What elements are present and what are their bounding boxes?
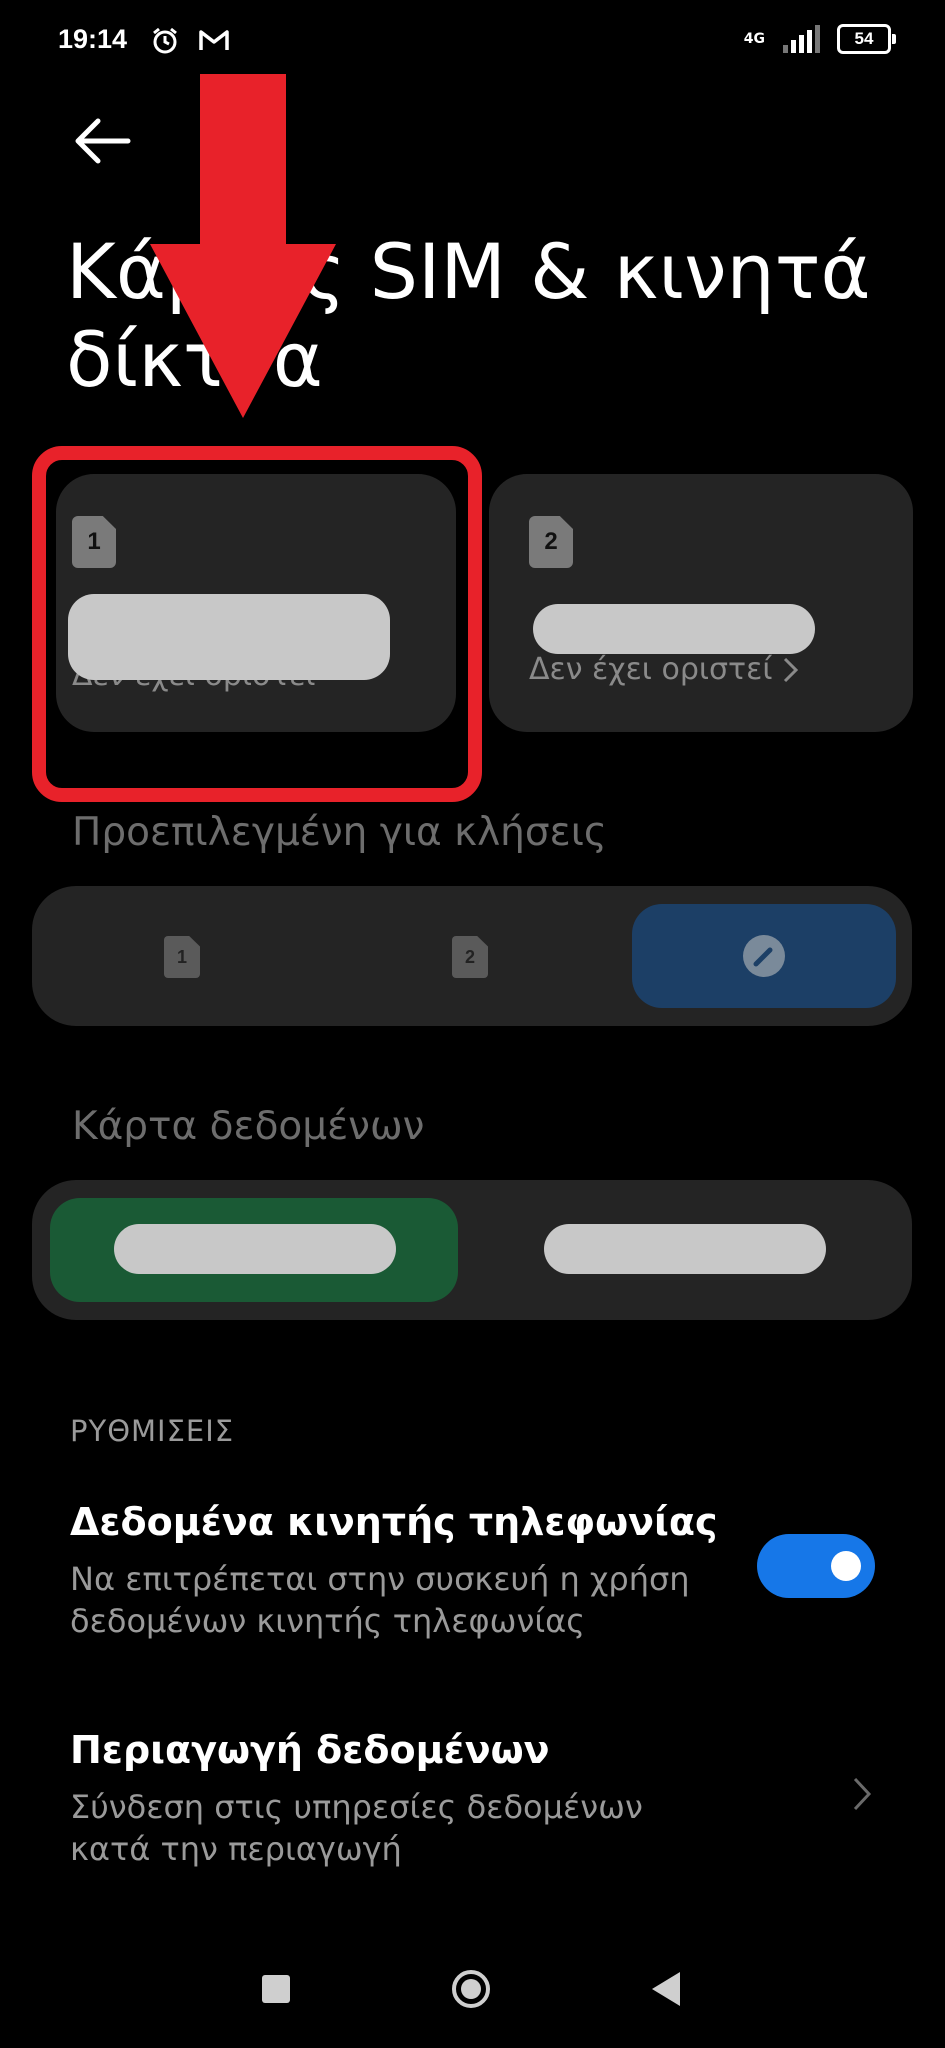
toggle-knob — [831, 1551, 861, 1581]
data-roaming-row[interactable]: Περιαγωγή δεδομένων Σύνδεση στις υπηρεσί… — [0, 1718, 945, 1878]
roaming-description: Σύνδεση στις υπηρεσίες δεδομένων κατά τη… — [70, 1788, 643, 1868]
option-number: 1 — [176, 946, 187, 967]
call-ask-option[interactable] — [632, 904, 896, 1008]
chevron-right-icon — [784, 657, 799, 682]
nav-back-button[interactable] — [650, 1970, 682, 2008]
sim-number: 2 — [544, 528, 558, 555]
annotation-arrow-icon — [150, 74, 336, 418]
network-type: 4G — [743, 31, 765, 47]
settings-heading: ΡΥΘΜΙΣΕΙΣ — [70, 1414, 235, 1448]
data-card-selector — [32, 1180, 912, 1320]
redacted-carrier — [114, 1224, 396, 1274]
annotation-highlight-box — [32, 446, 482, 802]
data-card-label: Κάρτα δεδομένων — [72, 1104, 425, 1149]
calls-selector: 1 2 — [32, 886, 912, 1026]
sim-chip-icon: 2 — [529, 516, 573, 568]
system-icons: 4G 54 — [743, 24, 896, 54]
sim-status-row: Δεν έχει οριστεί — [529, 652, 800, 687]
status-time: 19:14 — [58, 24, 128, 54]
mobile-data-description: Να επιτρέπεται στην συσκευή η χρήση δεδο… — [70, 1560, 690, 1640]
signal-icon — [783, 25, 820, 53]
status-icons — [150, 26, 230, 56]
back-arrow-icon[interactable] — [72, 116, 132, 166]
battery-level: 54 — [854, 29, 874, 48]
roaming-title: Περιαγωγή δεδομένων — [70, 1728, 550, 1772]
call-sim-2-option[interactable]: 2 — [452, 936, 488, 978]
alarm-icon — [153, 27, 177, 54]
redacted-carrier — [533, 604, 815, 654]
sim-card-2[interactable]: 2 Δεν έχει οριστεί — [489, 474, 913, 732]
option-number: 2 — [464, 946, 475, 967]
sim-status: Δεν έχει οριστεί — [529, 652, 773, 687]
mobile-data-title: Δεδομένα κινητής τηλεφωνίας — [70, 1500, 718, 1544]
home-button[interactable] — [451, 1969, 491, 2009]
chevron-right-icon — [853, 1777, 872, 1811]
data-sim-1-option[interactable] — [50, 1198, 458, 1302]
call-sim-1-option[interactable]: 1 — [164, 936, 200, 978]
pencil-circle-icon — [743, 935, 785, 977]
gmail-icon — [199, 30, 229, 50]
recents-button[interactable] — [262, 1975, 290, 2003]
battery-icon: 54 — [837, 24, 896, 54]
data-sim-2-option[interactable] — [476, 1198, 894, 1302]
mobile-data-toggle[interactable] — [757, 1534, 875, 1598]
redacted-carrier — [544, 1224, 826, 1274]
calls-label: Προεπιλεγμένη για κλήσεις — [72, 810, 607, 855]
